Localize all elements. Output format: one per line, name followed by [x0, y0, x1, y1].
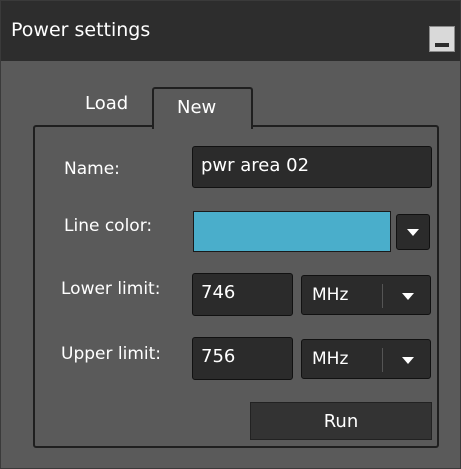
- power-settings-panel: Power settings Load New Name: pwr area 0…: [0, 0, 461, 469]
- window-title: Power settings: [11, 19, 151, 41]
- tab-load[interactable]: Load: [67, 85, 151, 125]
- tab-new[interactable]: New: [152, 87, 253, 129]
- minimize-icon: [435, 43, 449, 47]
- minimize-button[interactable]: [429, 26, 455, 52]
- tab-load-label: Load: [85, 93, 129, 114]
- tab-content: [33, 125, 439, 448]
- title-bar: Power settings: [1, 1, 460, 61]
- tab-new-label: New: [177, 97, 217, 118]
